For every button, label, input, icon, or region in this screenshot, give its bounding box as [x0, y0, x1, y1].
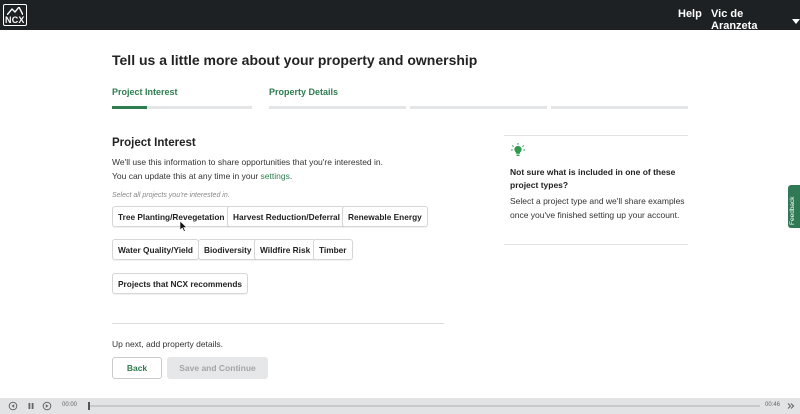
- section-description: We'll use this information to share oppo…: [112, 157, 383, 167]
- step-progress-2: [269, 106, 406, 109]
- lightbulb-icon: [511, 143, 525, 156]
- divider: [112, 323, 444, 324]
- rewind-icon[interactable]: [8, 401, 18, 411]
- help-link[interactable]: Help: [678, 8, 702, 20]
- step-progress-fill: [112, 106, 147, 109]
- aside-title: Not sure what is included in one of thes…: [510, 167, 676, 190]
- chevron-down-icon: [792, 18, 800, 24]
- selection-hint: Select all projects you're interested in…: [112, 192, 230, 199]
- step-label-project-interest: Project Interest: [112, 87, 178, 97]
- project-chip-water-quality[interactable]: Water Quality/Yield: [112, 239, 199, 260]
- project-chip-renewable-energy[interactable]: Renewable Energy: [342, 206, 428, 227]
- top-nav-bar: NCX Help Vic de Aranzeta: [0, 0, 800, 32]
- project-chip-wildfire-risk[interactable]: Wildfire Risk: [254, 239, 317, 260]
- aside-bottom-rule: [504, 244, 688, 245]
- duration-time: 00:46: [765, 402, 781, 408]
- feedback-label: Feedback: [789, 196, 796, 225]
- ncx-logo[interactable]: NCX: [3, 4, 27, 26]
- scrubber-handle[interactable]: [88, 402, 90, 410]
- project-chip-harvest-reduction[interactable]: Harvest Reduction/Deferral: [227, 206, 346, 227]
- up-next-text: Up next, add property details.: [112, 339, 224, 349]
- mountain-logo-icon: [7, 7, 23, 15]
- step-progress-1: [112, 106, 252, 109]
- video-player-bar: 00:00 00:46: [0, 398, 800, 414]
- feedback-tab[interactable]: Feedback: [788, 185, 800, 228]
- aside-top-rule: [504, 135, 688, 136]
- back-button[interactable]: Back: [112, 357, 162, 379]
- step-progress-3: [410, 106, 547, 109]
- section-description-settings: You can update this at any time in your …: [112, 171, 292, 181]
- settings-prefix: You can update this at any time in your: [112, 171, 261, 181]
- current-time: 00:00: [62, 402, 78, 408]
- user-menu[interactable]: Vic de Aranzeta: [711, 8, 800, 32]
- step-label-property-details: Property Details: [269, 87, 339, 97]
- project-chip-tree-planting[interactable]: Tree Planting/Revegetation: [112, 206, 231, 227]
- fast-forward-icon[interactable]: [786, 401, 796, 411]
- project-chip-biodiversity[interactable]: Biodiversity: [198, 239, 258, 260]
- user-name: Vic de Aranzeta: [711, 8, 758, 32]
- video-scrubber[interactable]: [88, 405, 760, 407]
- pause-icon[interactable]: [26, 401, 36, 411]
- step-progress-4: [551, 106, 688, 109]
- section-title: Project Interest: [112, 137, 196, 149]
- project-chip-timber[interactable]: Timber: [313, 239, 353, 260]
- aside-body: Select a project type and we'll share ex…: [510, 196, 685, 220]
- save-and-continue-button[interactable]: Save and Continue: [167, 357, 268, 379]
- logo-text: NCX: [5, 15, 25, 25]
- forward-icon[interactable]: [42, 401, 52, 411]
- settings-suffix: .: [289, 171, 293, 181]
- project-chip-ncx-recommends[interactable]: Projects that NCX recommends: [112, 273, 249, 294]
- mouse-pointer-icon: [180, 221, 188, 232]
- page-title: Tell us a little more about your propert…: [112, 52, 478, 68]
- settings-link[interactable]: settings: [261, 171, 290, 181]
